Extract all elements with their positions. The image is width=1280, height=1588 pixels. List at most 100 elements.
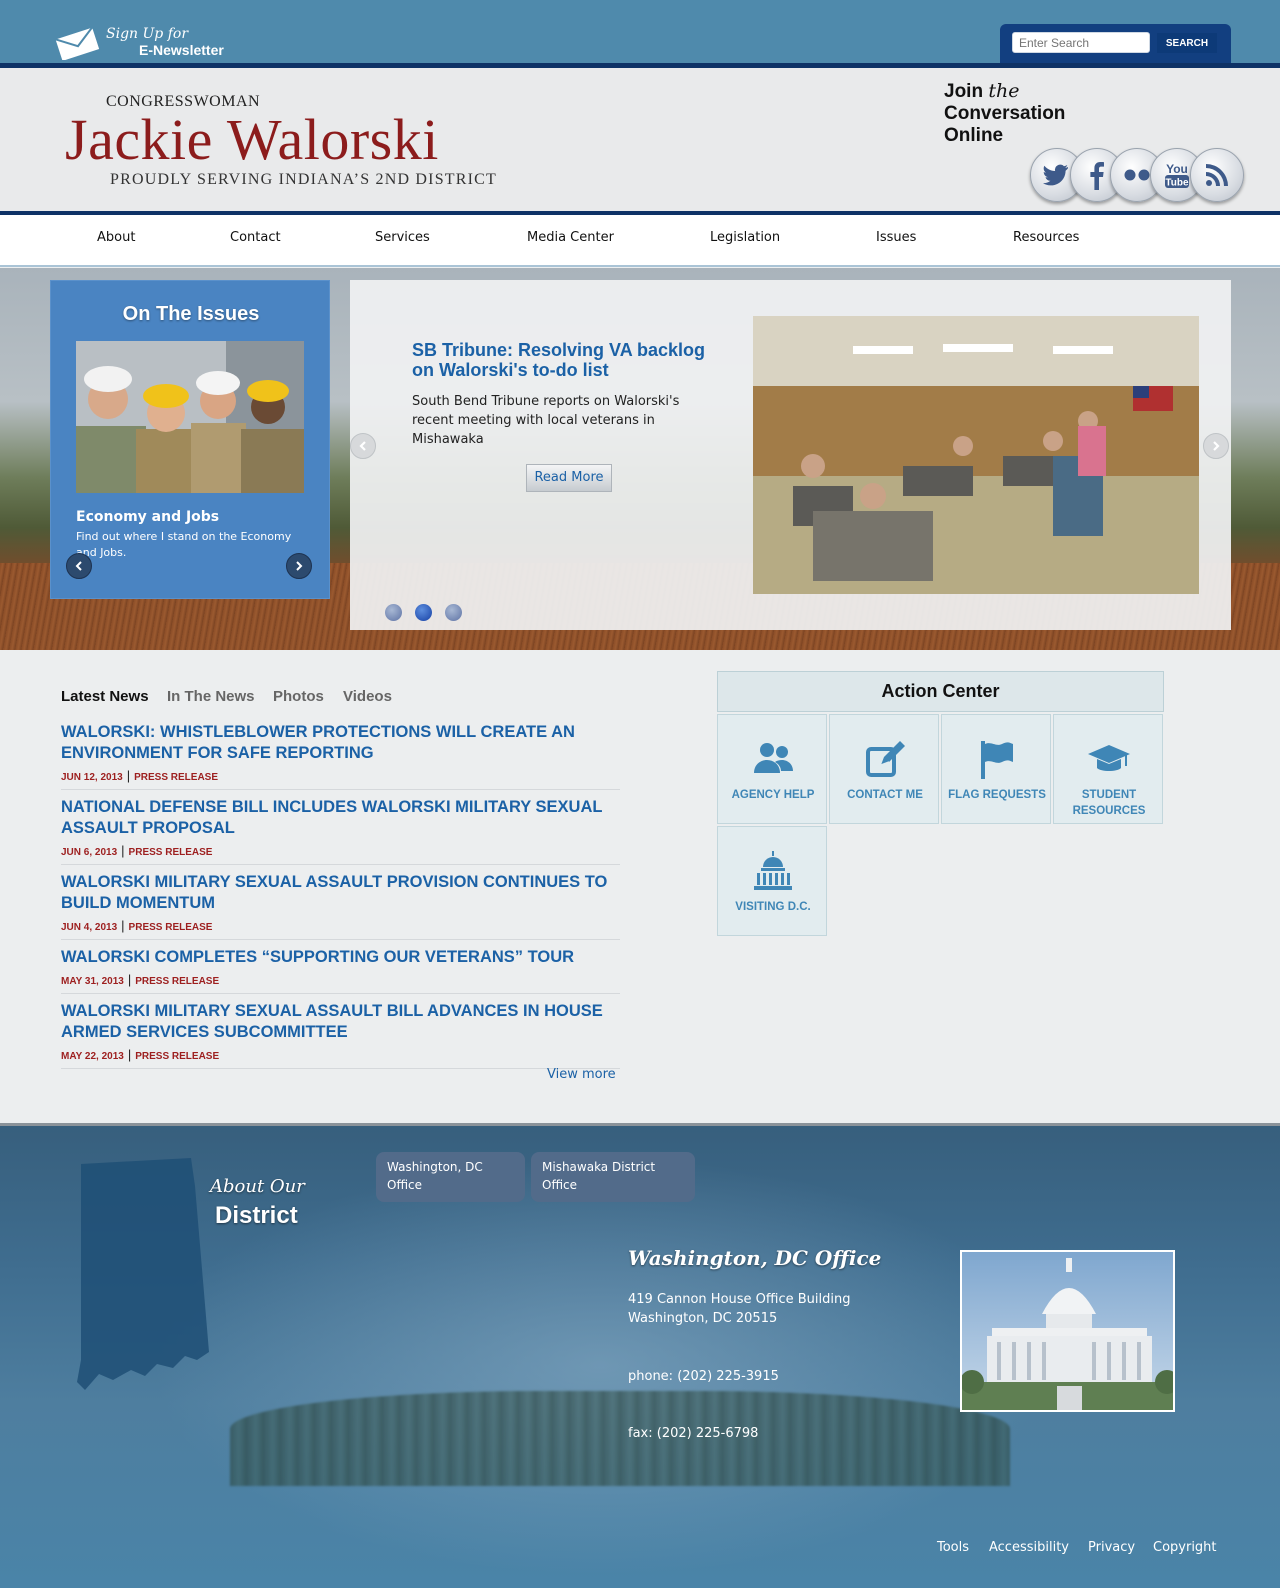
social-links: You Tube [1030, 148, 1250, 208]
issues-prev-button[interactable] [66, 553, 92, 579]
news-type[interactable]: PRESS RELEASE [135, 976, 219, 987]
veterans-meeting-photo[interactable] [753, 316, 1199, 594]
tagline: PROUDLY SERVING INDIANA’S 2ND DISTRICT [110, 171, 498, 188]
news-meta: JUN 4, 2013 | PRESS RELEASE [61, 918, 620, 933]
search-button[interactable]: SEARCH [1157, 33, 1217, 53]
office-tab-mishawaka[interactable]: Mishawaka District Office [531, 1152, 695, 1202]
main-nav: About Contact Services Media Center Legi… [0, 215, 1280, 267]
news-title[interactable]: WALORSKI: WHISTLEBLOWER PROTECTIONS WILL… [61, 722, 620, 764]
action-flag-requests[interactable]: FLAG REQUESTS [941, 714, 1051, 824]
action-label: FLAG REQUESTS [948, 789, 1046, 801]
site-logo-name[interactable]: Jackie Walorski [65, 106, 439, 173]
action-center-title: Action Center [717, 671, 1164, 712]
on-the-issues-panel: On The Issues Economy and Jobs Find out … [50, 280, 330, 599]
office-phone: phone: (202) 225-3915 [628, 1369, 779, 1384]
search-input[interactable] [1012, 32, 1150, 53]
indiana-map-icon [77, 1158, 209, 1390]
hero-banner: On The Issues Economy and Jobs Find out … [0, 268, 1280, 650]
meta-separator: | [127, 972, 132, 987]
slider-dot-1[interactable] [385, 604, 402, 621]
footer: About Our District Washington, DC Office… [0, 1126, 1280, 1588]
news-meta: JUN 12, 2013 | PRESS RELEASE [61, 768, 620, 783]
office-address-1: 419 Cannon House Office Building [628, 1292, 851, 1307]
news-title[interactable]: WALORSKI COMPLETES “SUPPORTING OUR VETER… [61, 947, 620, 968]
news-type[interactable]: PRESS RELEASE [135, 1051, 219, 1062]
slider-dot-3[interactable] [445, 604, 462, 621]
tab-photos[interactable]: Photos [273, 688, 324, 705]
footer-link-tools[interactable]: Tools [937, 1540, 969, 1555]
twitter-icon [1043, 164, 1068, 186]
newsletter-signup-link[interactable]: Sign Up for E-Newsletter [53, 24, 243, 64]
nav-issues[interactable]: Issues [876, 230, 916, 245]
newsletter-line2: E-Newsletter [139, 42, 224, 58]
chevron-left-icon [359, 441, 366, 451]
youtube-icon: You Tube [1165, 162, 1189, 189]
action-agency-help[interactable]: AGENCY HELP [717, 714, 827, 824]
tab-latest-news[interactable]: Latest News [61, 688, 149, 705]
rss-icon [1206, 164, 1228, 186]
office-address-2: Washington, DC 20515 [628, 1311, 778, 1326]
svg-text:You: You [1166, 162, 1188, 176]
tab-videos[interactable]: Videos [343, 688, 392, 705]
action-label: STUDENT RESOURCES [1072, 789, 1146, 817]
news-title[interactable]: NATIONAL DEFENSE BILL INCLUDES WALORSKI … [61, 797, 620, 839]
nav-contact[interactable]: Contact [230, 230, 281, 245]
chevron-left-icon [75, 561, 82, 571]
action-contact-me[interactable]: CONTACT ME [829, 714, 939, 824]
issues-title: On The Issues [122, 303, 260, 325]
nav-about[interactable]: About [97, 230, 135, 245]
slider-next-button[interactable] [1203, 433, 1229, 459]
search-box: SEARCH [1000, 24, 1231, 64]
action-student-resources[interactable]: STUDENT RESOURCES [1053, 714, 1163, 824]
news-date: MAY 22, 2013 [61, 1051, 124, 1062]
workers-photo[interactable] [76, 341, 304, 493]
tab-in-the-news[interactable]: In The News [167, 688, 255, 705]
nav-media-center[interactable]: Media Center [527, 230, 614, 245]
news-item: WALORSKI MILITARY SEXUAL ASSAULT PROVISI… [61, 872, 620, 940]
news-date: JUN 4, 2013 [61, 922, 118, 933]
action-label: CONTACT ME [847, 789, 923, 801]
facebook-icon [1090, 162, 1104, 190]
news-date: JUN 6, 2013 [61, 847, 118, 858]
slider-dot-2[interactable] [415, 604, 432, 621]
office-fax: fax: (202) 225-6798 [628, 1426, 759, 1441]
footer-link-copyright[interactable]: Copyright [1153, 1540, 1217, 1555]
office-name: Washington, DC Office [628, 1246, 882, 1270]
news-item: NATIONAL DEFENSE BILL INCLUDES WALORSKI … [61, 797, 620, 865]
news-meta: MAY 31, 2013 | PRESS RELEASE [61, 972, 620, 987]
nav-legislation[interactable]: Legislation [710, 230, 780, 245]
chevron-right-icon [296, 561, 303, 571]
news-title[interactable]: WALORSKI MILITARY SEXUAL ASSAULT BILL AD… [61, 1001, 620, 1043]
view-more-link[interactable]: View more [547, 1067, 616, 1082]
office-tab-washington[interactable]: Washington, DC Office [376, 1152, 525, 1202]
news-type[interactable]: PRESS RELEASE [129, 847, 213, 858]
nav-resources[interactable]: Resources [1013, 230, 1079, 245]
meta-separator: | [126, 768, 131, 783]
capitol-photo [960, 1250, 1175, 1412]
nav-services[interactable]: Services [375, 230, 430, 245]
issue-description: Find out where I stand on the Economy an… [76, 530, 292, 559]
capitol-icon [754, 851, 792, 890]
news-type[interactable]: PRESS RELEASE [134, 772, 218, 783]
read-more-button[interactable]: Read More [526, 464, 612, 492]
action-label: AGENCY HELP [731, 789, 815, 801]
rss-link[interactable] [1190, 148, 1244, 202]
news-item: WALORSKI: WHISTLEBLOWER PROTECTIONS WILL… [61, 722, 620, 790]
news-type[interactable]: PRESS RELEASE [129, 922, 213, 933]
footer-link-privacy[interactable]: Privacy [1088, 1540, 1135, 1555]
join-the: the [988, 80, 1020, 102]
meta-separator: | [127, 1047, 132, 1062]
action-visiting-dc[interactable]: VISITING D.C. [717, 826, 827, 936]
flag-icon [981, 741, 1013, 779]
site-header: CONGRESSWOMAN Jackie Walorski PROUDLY SE… [0, 68, 1280, 211]
users-icon [754, 743, 793, 773]
footer-link-accessibility[interactable]: Accessibility [989, 1540, 1069, 1555]
issues-next-button[interactable] [286, 553, 312, 579]
about-our-label: About Our [210, 1176, 305, 1197]
news-title[interactable]: WALORSKI MILITARY SEXUAL ASSAULT PROVISI… [61, 872, 620, 914]
news-item: WALORSKI COMPLETES “SUPPORTING OUR VETER… [61, 947, 620, 994]
issue-subtitle[interactable]: Economy and Jobs [76, 509, 219, 525]
slide-title[interactable]: SB Tribune: Resolving VA backlog on Walo… [412, 340, 732, 380]
chevron-right-icon [1213, 441, 1220, 451]
slider-prev-button[interactable] [350, 433, 376, 459]
